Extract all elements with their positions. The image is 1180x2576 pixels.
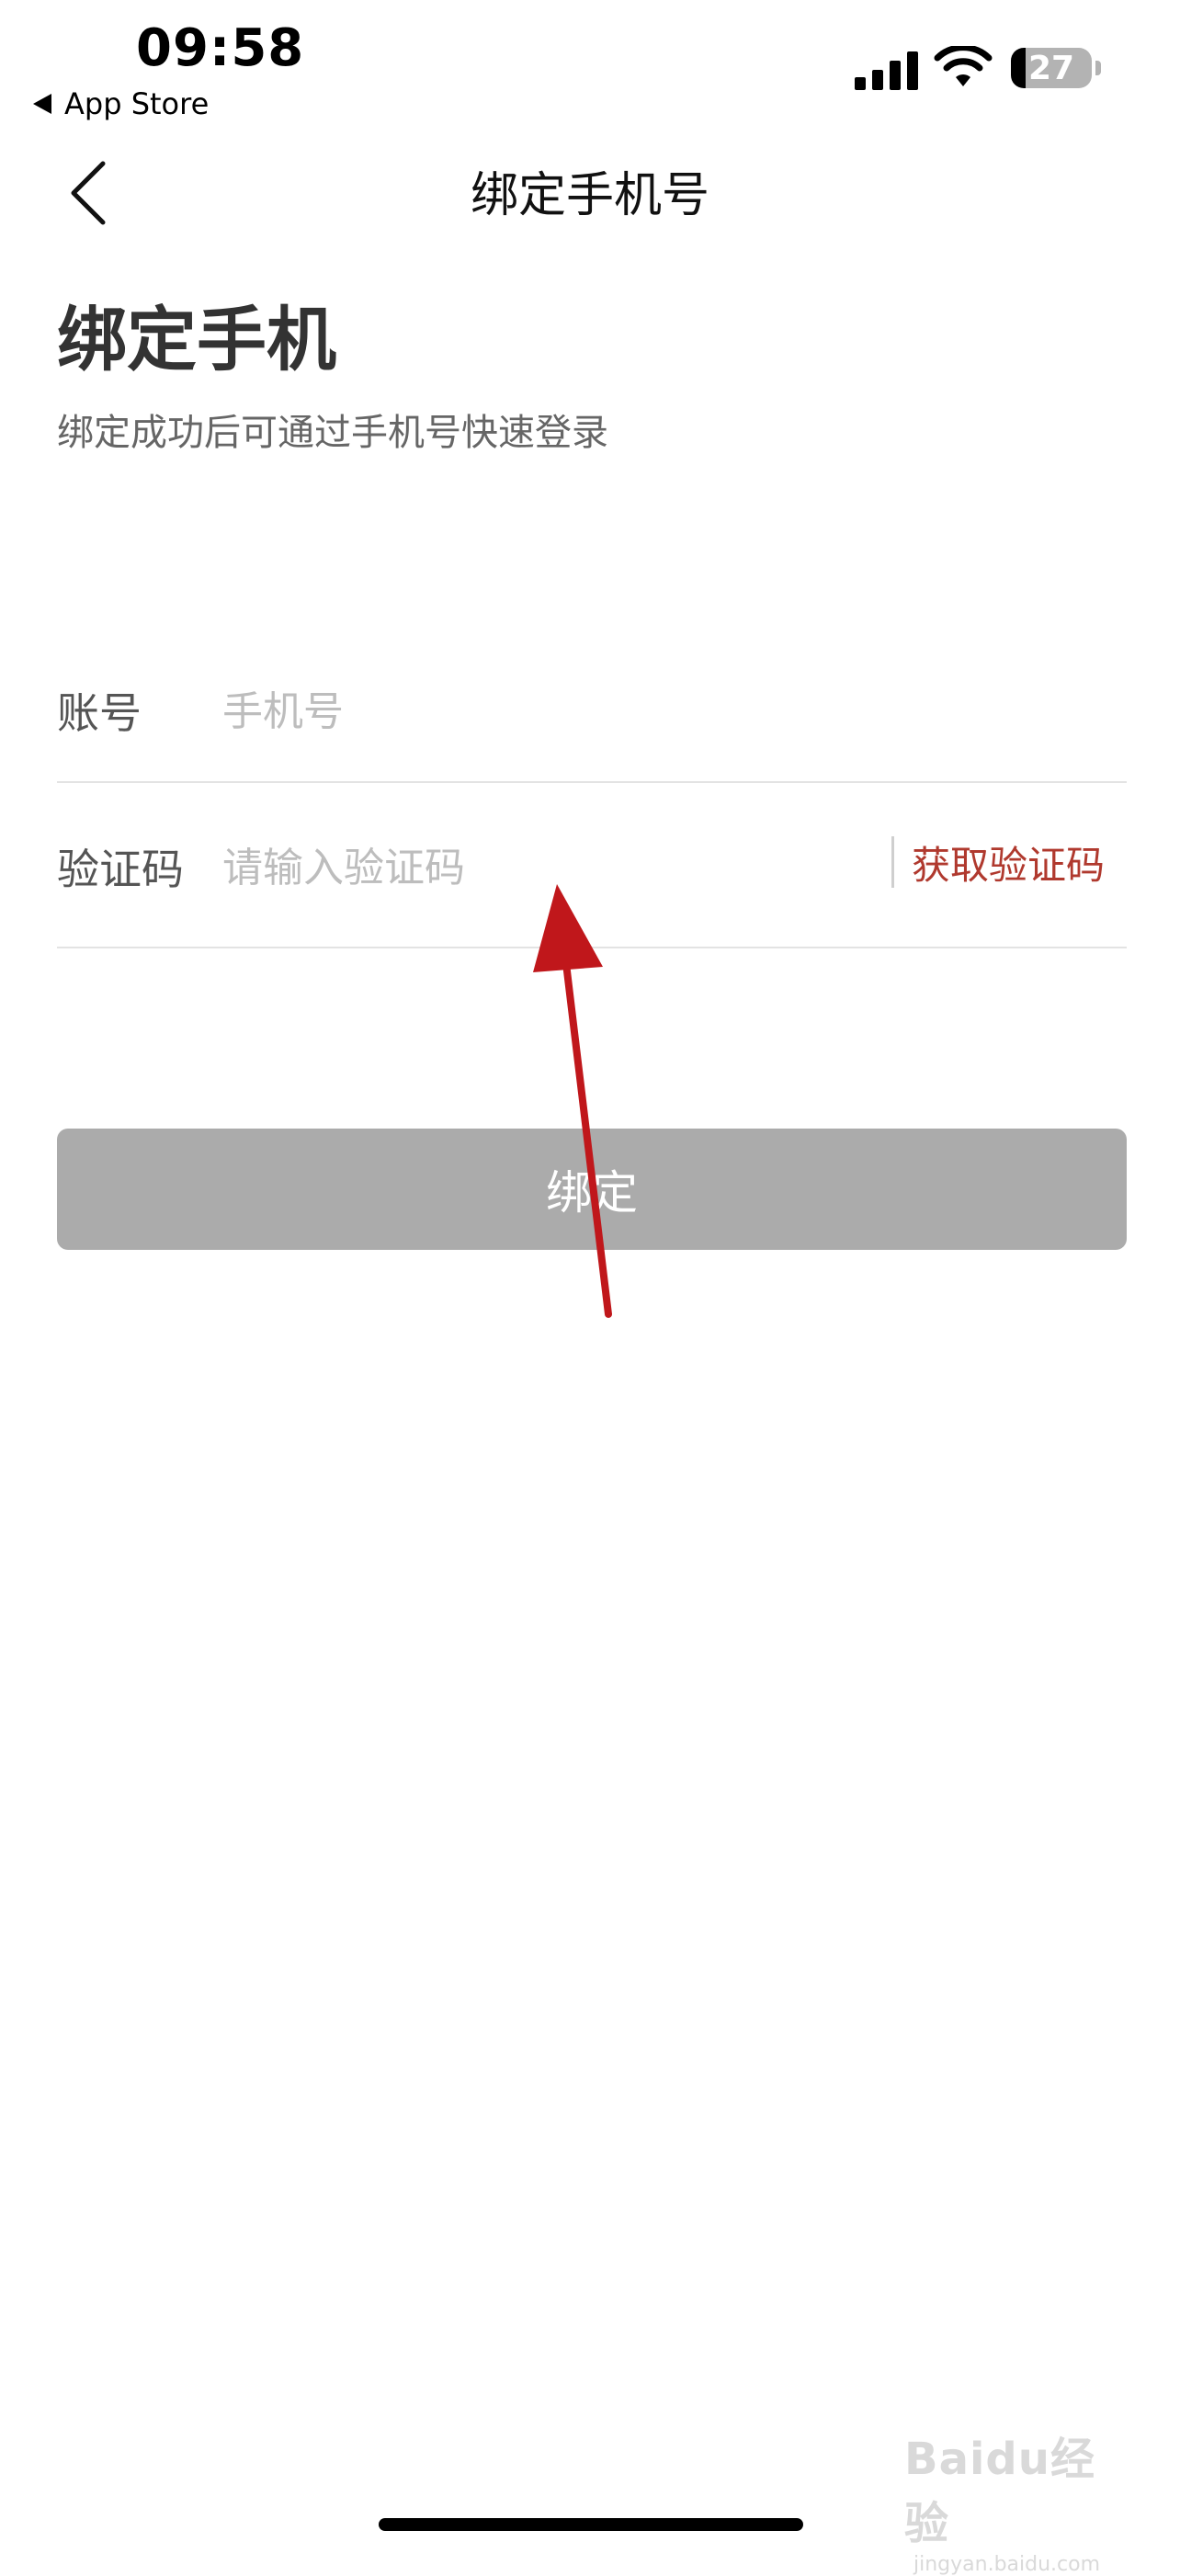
account-divider xyxy=(57,781,1127,783)
code-label: 验证码 xyxy=(57,845,184,894)
nav-title: 绑定手机号 xyxy=(470,168,709,223)
annotation-arrow-icon xyxy=(533,884,612,1318)
battery-tip xyxy=(1095,61,1101,75)
code-vertical-divider xyxy=(891,836,894,888)
back-to-app-link[interactable]: App Store xyxy=(33,86,209,121)
account-label: 账号 xyxy=(57,688,142,738)
watermark-main: Baidu经验 xyxy=(904,2434,1095,2549)
back-triangle-icon xyxy=(33,94,51,114)
home-indicator[interactable] xyxy=(379,2518,803,2531)
back-app-label: App Store xyxy=(64,86,210,121)
page-subtitle: 绑定成功后可通过手机号快速登录 xyxy=(57,412,608,454)
battery-icon: 27 xyxy=(1011,48,1092,88)
page-title: 绑定手机 xyxy=(57,299,336,380)
status-time: 09:58 xyxy=(136,18,305,78)
wifi-icon xyxy=(934,46,993,86)
phone-input[interactable] xyxy=(222,678,866,744)
get-code-button[interactable]: 获取验证码 xyxy=(912,834,1105,891)
signal-icon xyxy=(855,51,918,90)
battery-level: 27 xyxy=(1027,49,1075,87)
watermark-sub: jingyan.baidu.com xyxy=(913,2553,1101,2576)
watermark: Baidu经验 jingyan.baidu.com xyxy=(904,2423,1125,2576)
